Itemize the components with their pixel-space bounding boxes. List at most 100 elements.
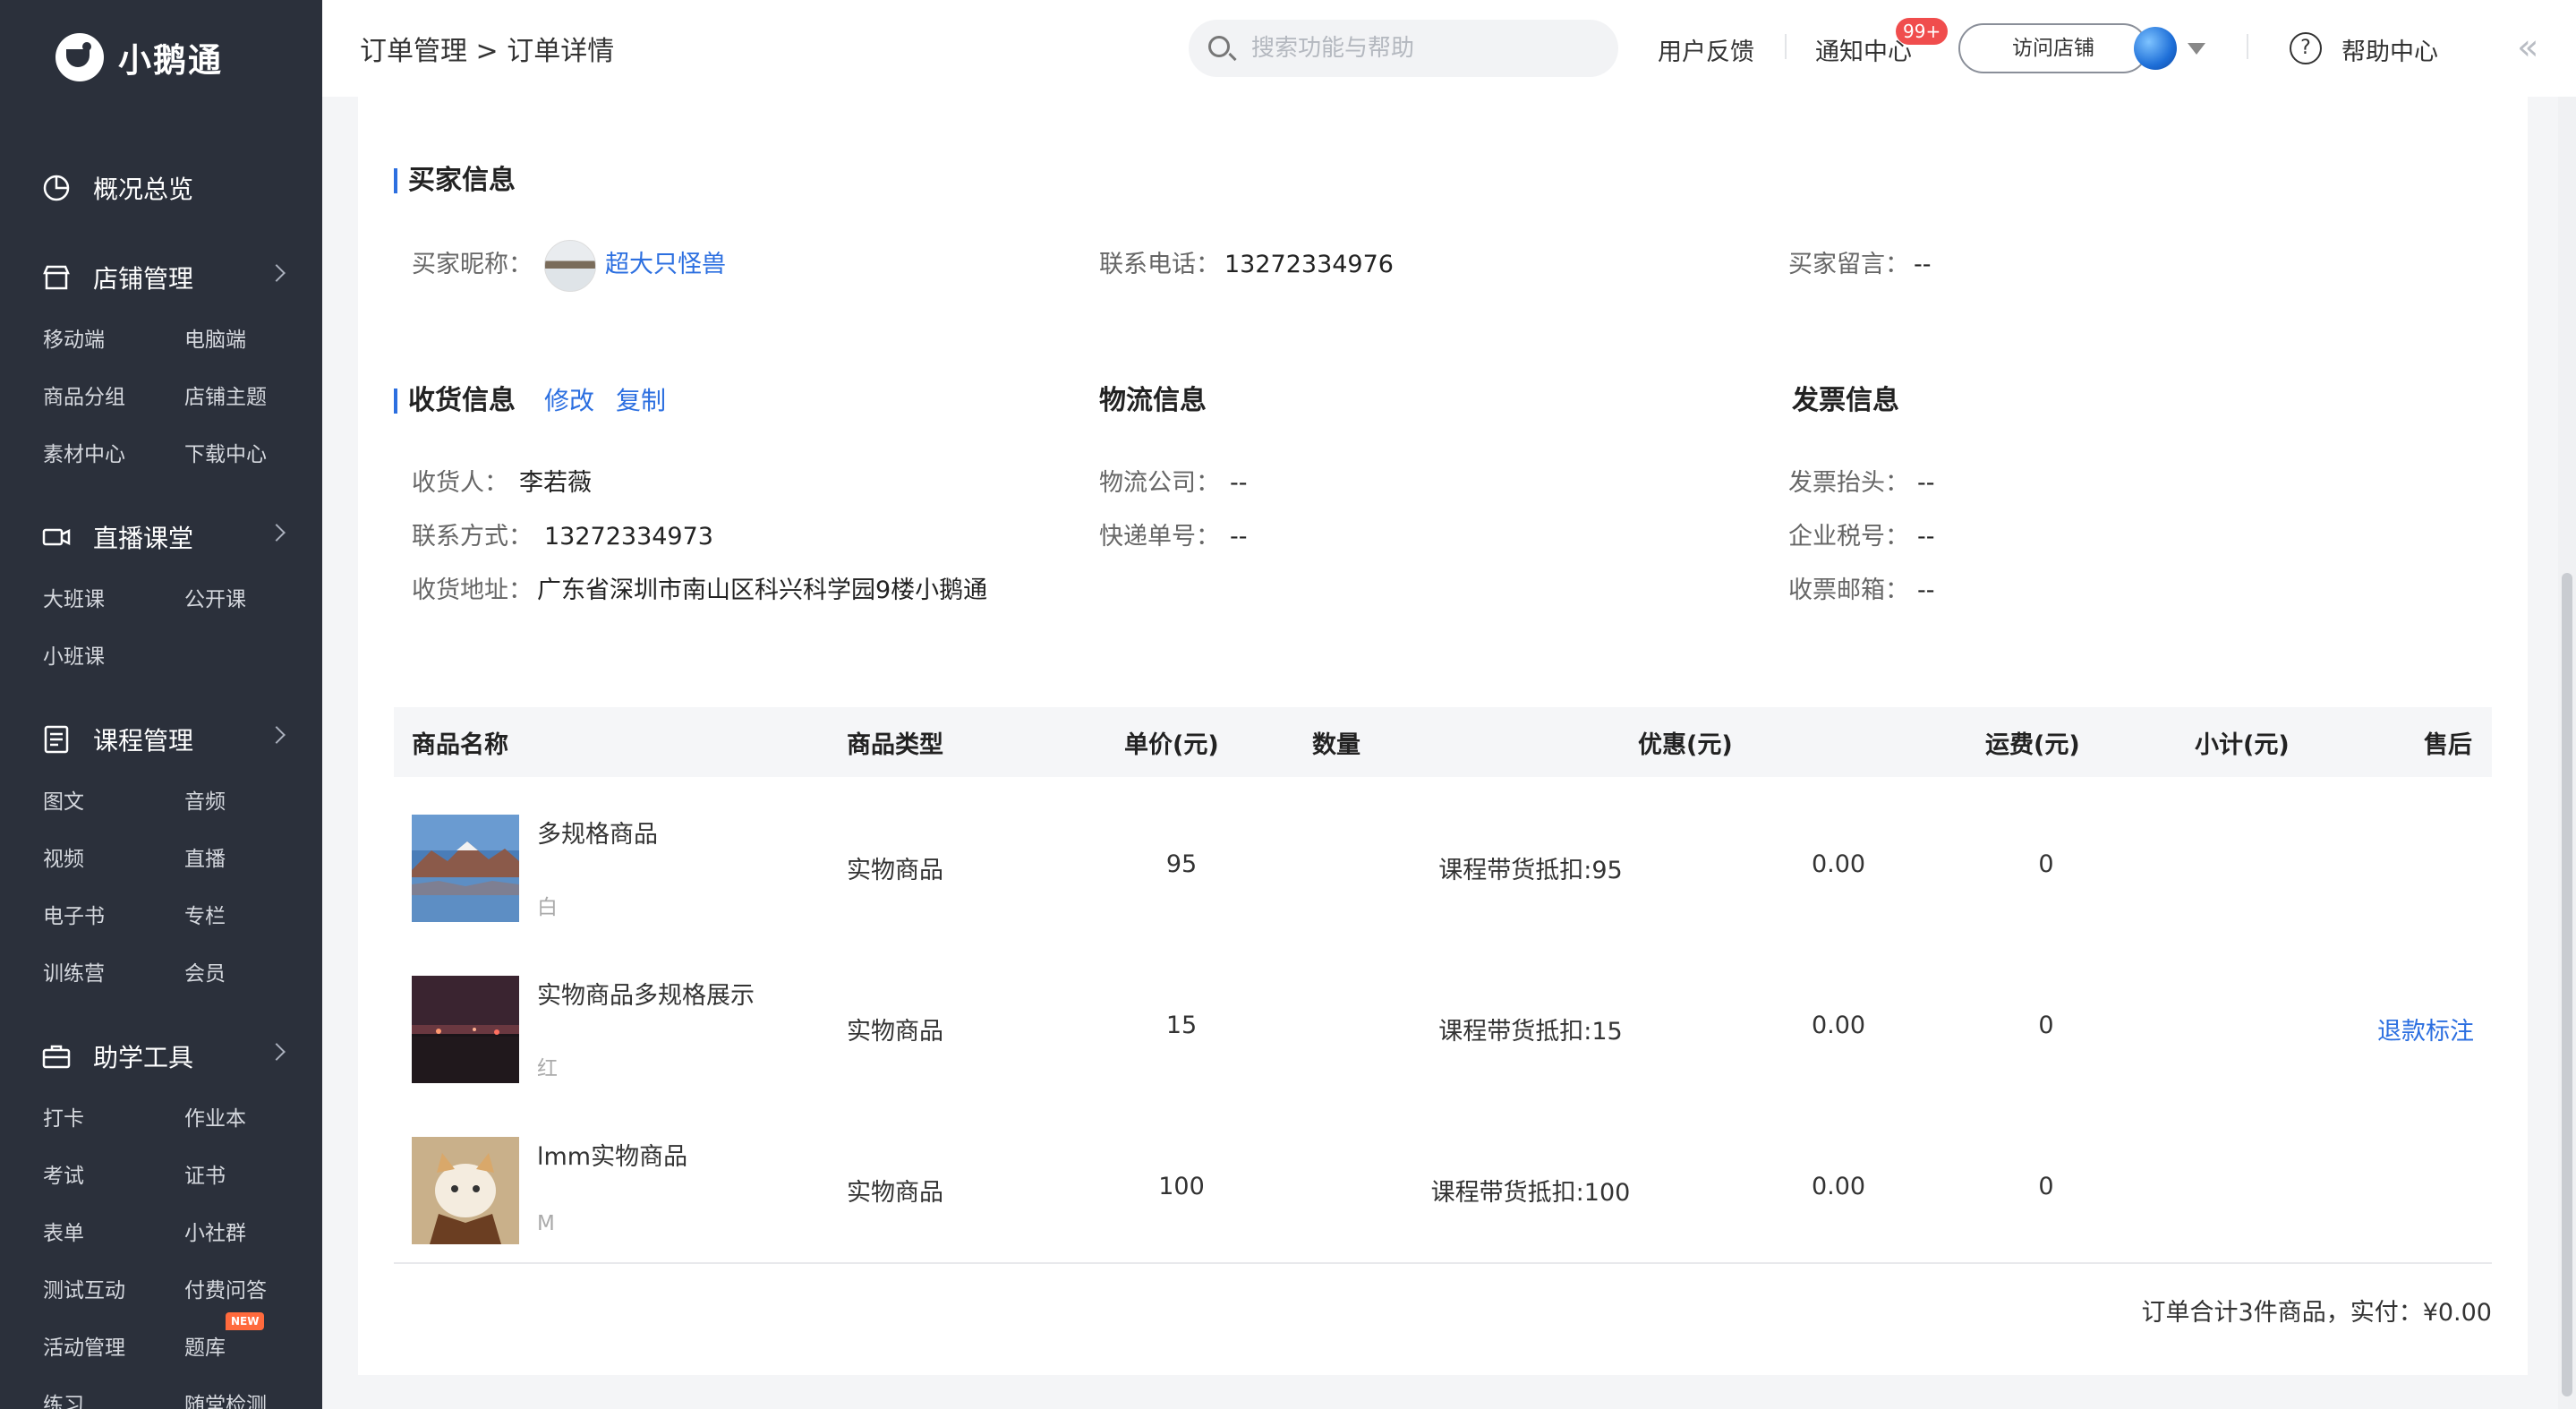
sidebar-subitem-small-class[interactable]: 小班课 bbox=[43, 643, 105, 671]
collapse-icon[interactable]: « bbox=[2517, 27, 2539, 68]
chevron-right-icon bbox=[268, 524, 286, 542]
product-unit-price: 15 bbox=[1165, 1012, 1198, 1039]
address-value: 广东省深圳市南山区科兴科学园9楼小鹅通 bbox=[537, 576, 988, 604]
order-total-summary: 订单合计3件商品，实付：¥0.00 bbox=[2141, 1299, 2492, 1327]
product-thumbnail[interactable] bbox=[412, 976, 519, 1083]
page-scrollbar-thumb[interactable] bbox=[2562, 573, 2572, 1396]
sidebar-subitem-big-class[interactable]: 大班课 bbox=[43, 585, 105, 614]
sidebar-subitem-exam[interactable]: 考试 bbox=[43, 1162, 84, 1191]
sidebar-subitem-material[interactable]: 素材中心 bbox=[43, 440, 125, 469]
sidebar-subitem-practice[interactable]: 练习 bbox=[43, 1391, 84, 1409]
sidebar-subitem-live[interactable]: 直播 bbox=[184, 845, 226, 874]
search-box[interactable] bbox=[1189, 20, 1618, 77]
refund-mark-link[interactable]: 退款标注 bbox=[2377, 1012, 2474, 1046]
sidebar-subitem-download[interactable]: 下载中心 bbox=[184, 440, 267, 469]
invoice-title-label: 发票抬头： bbox=[1788, 469, 1909, 497]
sidebar-subitem-activity[interactable]: 活动管理 bbox=[43, 1334, 125, 1362]
tracking-number-label: 快递单号： bbox=[1099, 523, 1220, 551]
tracking-number-value: -- bbox=[1230, 523, 1248, 551]
help-icon[interactable]: ? bbox=[2290, 32, 2322, 64]
invoice-email-value: -- bbox=[1917, 576, 1935, 604]
sidebar-subitem-video[interactable]: 视频 bbox=[43, 845, 84, 874]
copy-shipping-link[interactable]: 复制 bbox=[616, 383, 666, 419]
top-bar: 订单管理 > 订单详情 用户反馈 通知中心 99+ 访问店铺 ? 帮助中心 « bbox=[322, 0, 2576, 97]
column-header: 商品类型 bbox=[847, 731, 943, 759]
tax-number-label: 企业税号： bbox=[1788, 523, 1909, 551]
sidebar-subitem-store-theme[interactable]: 店铺主题 bbox=[184, 383, 267, 412]
divider bbox=[2247, 34, 2248, 59]
product-unit-price: 95 bbox=[1165, 850, 1198, 878]
sidebar-item-label: 概况总览 bbox=[93, 175, 194, 204]
chevron-right-icon bbox=[268, 726, 286, 744]
sidebar-subitem-certificate[interactable]: 证书 bbox=[184, 1162, 226, 1191]
product-type: 实物商品 bbox=[847, 857, 943, 884]
sidebar-group-tools[interactable]: 助学工具 bbox=[41, 1038, 286, 1074]
avatar[interactable] bbox=[2134, 27, 2177, 70]
sidebar-group-course[interactable]: 课程管理 bbox=[41, 722, 286, 757]
sidebar-subitem-form[interactable]: 表单 bbox=[43, 1219, 84, 1248]
product-unit-price: 100 bbox=[1158, 1173, 1205, 1200]
help-center-link[interactable]: 帮助中心 bbox=[2341, 32, 2438, 67]
sidebar-group-label: 助学工具 bbox=[93, 1043, 194, 1072]
table-row: 多规格商品 白 实物商品 95 课程带货抵扣:95 0.00 0 bbox=[394, 788, 2492, 949]
sidebar-subitem-homework[interactable]: 作业本 bbox=[184, 1105, 246, 1133]
product-thumbnail[interactable] bbox=[412, 815, 519, 922]
sidebar-subitem-mobile[interactable]: 移动端 bbox=[43, 326, 105, 354]
sidebar-group-label: 课程管理 bbox=[93, 726, 194, 756]
sidebar-subitem-question-bank[interactable]: 题库 bbox=[184, 1334, 226, 1362]
product-name[interactable]: 实物商品多规格展示 bbox=[537, 976, 755, 1011]
notification-count-badge: 99+ bbox=[1896, 18, 1949, 45]
product-subtotal: 0 bbox=[2038, 850, 2054, 878]
product-subtotal: 0 bbox=[2038, 1012, 2054, 1039]
sidebar-group-store[interactable]: 店铺管理 bbox=[41, 260, 286, 295]
caret-down-icon[interactable] bbox=[2188, 43, 2205, 55]
invoice-title-value: -- bbox=[1917, 469, 1935, 497]
product-name[interactable]: lmm实物商品 bbox=[537, 1137, 687, 1172]
sidebar-subitem-ebook[interactable]: 电子书 bbox=[43, 902, 105, 931]
column-header: 优惠(元) bbox=[1638, 731, 1733, 759]
buyer-nickname-label: 买家昵称： bbox=[412, 251, 533, 278]
new-badge: NEW bbox=[226, 1312, 265, 1330]
app-name: 小鹅通 bbox=[118, 41, 223, 80]
receiver-value: 李若薇 bbox=[519, 469, 592, 497]
buyer-nickname-link[interactable]: 超大只怪兽 bbox=[605, 247, 726, 283]
invoice-info-title: 发票信息 bbox=[1792, 385, 1899, 416]
product-discount: 课程带货抵扣:15 bbox=[1438, 1018, 1623, 1046]
breadcrumb[interactable]: 订单管理 > 订单详情 bbox=[360, 29, 614, 68]
sidebar-subitem-class-test[interactable]: 随堂检测 bbox=[184, 1391, 267, 1409]
sidebar-subitem-audio[interactable]: 音频 bbox=[184, 788, 226, 816]
feedback-link[interactable]: 用户反馈 bbox=[1658, 32, 1754, 67]
product-spec: 白 bbox=[537, 896, 558, 919]
column-header: 商品名称 bbox=[412, 731, 508, 759]
product-thumbnail[interactable] bbox=[412, 1137, 519, 1244]
sidebar-group-live[interactable]: 直播课堂 bbox=[41, 519, 286, 555]
sidebar-subitem-paid-qa[interactable]: 付费问答 bbox=[184, 1277, 267, 1305]
chevron-right-icon bbox=[268, 264, 286, 282]
column-header: 单价(元) bbox=[1124, 731, 1219, 759]
sidebar-subitem-column[interactable]: 专栏 bbox=[184, 902, 226, 931]
product-shipping-fee: 0.00 bbox=[1811, 1012, 1866, 1039]
sidebar-subitem-camp[interactable]: 训练营 bbox=[43, 960, 105, 988]
edit-shipping-link[interactable]: 修改 bbox=[544, 383, 594, 419]
goose-logo-icon bbox=[55, 33, 104, 81]
product-shipping-fee: 0.00 bbox=[1811, 850, 1866, 878]
app-logo[interactable]: 小鹅通 bbox=[55, 30, 223, 84]
video-camera-icon bbox=[42, 528, 71, 546]
column-header: 数量 bbox=[1312, 731, 1361, 759]
sidebar-subitem-pc[interactable]: 电脑端 bbox=[184, 326, 246, 354]
sidebar-subitem-quiz[interactable]: 测试互动 bbox=[43, 1277, 125, 1305]
product-spec: M bbox=[537, 1212, 555, 1235]
product-name[interactable]: 多规格商品 bbox=[537, 815, 658, 850]
sidebar-item-overview[interactable]: 概况总览 bbox=[41, 170, 283, 206]
sidebar-subitem-member[interactable]: 会员 bbox=[184, 960, 226, 988]
sidebar-subitem-open-class[interactable]: 公开课 bbox=[184, 585, 246, 614]
sidebar-subitem-checkin[interactable]: 打卡 bbox=[43, 1105, 84, 1133]
logistics-company-label: 物流公司： bbox=[1099, 469, 1220, 497]
sidebar-subitem-product-group[interactable]: 商品分组 bbox=[43, 383, 125, 412]
buyer-message-label: 买家留言： bbox=[1788, 251, 1909, 278]
sidebar-subitem-article[interactable]: 图文 bbox=[43, 788, 84, 816]
document-list-icon bbox=[44, 725, 69, 754]
visit-store-button[interactable]: 访问店铺 bbox=[1958, 23, 2148, 73]
search-input[interactable] bbox=[1251, 29, 1600, 68]
sidebar-subitem-community[interactable]: 小社群 bbox=[184, 1219, 246, 1248]
